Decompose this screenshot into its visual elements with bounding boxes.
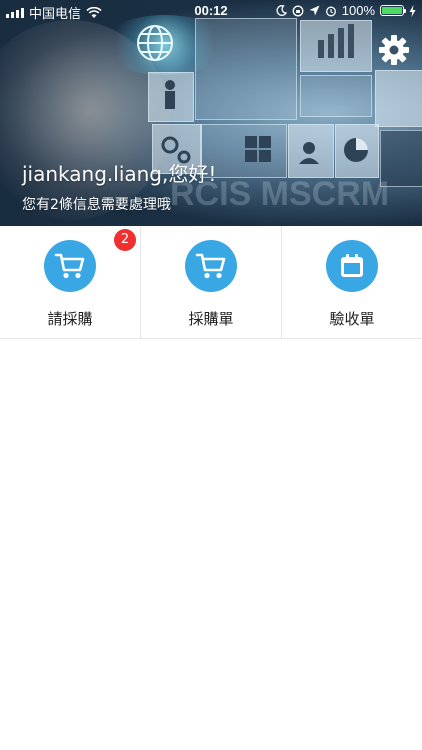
banner-decoration: RCIS MSCRM [137, 24, 389, 213]
menu-item-purchase-request[interactable]: 2 請採購 [0, 226, 141, 338]
purchase-order-icon-circle [185, 240, 237, 292]
status-bar: 中国电信 00:12 100% [0, 0, 422, 22]
location-arrow-icon [309, 5, 320, 16]
menu-item-purchase-order[interactable]: 採購單 [141, 226, 282, 338]
menu-item-acceptance-form[interactable]: 驗收單 [282, 226, 422, 338]
cart-icon [54, 253, 85, 279]
calendar-icon [341, 254, 363, 277]
menu-item-label: 驗收單 [329, 310, 375, 328]
charging-bolt-icon [409, 4, 416, 17]
menu-grid: 2 請採購 採購單 驗收單 [0, 226, 422, 339]
cart-icon [195, 253, 226, 279]
pending-messages-text: 您有2條信息需要處理哦 [22, 197, 171, 213]
notification-badge: 2 [114, 229, 136, 251]
header-banner: RCIS MSCRM [0, 0, 422, 226]
battery-icon [380, 5, 406, 16]
purchase-request-icon-circle [44, 240, 96, 292]
menu-item-label: 採購單 [188, 310, 234, 328]
acceptance-form-icon-circle [326, 240, 378, 292]
alarm-icon [325, 6, 336, 16]
battery-percent-label: 100% [341, 3, 375, 18]
settings-gear-icon[interactable] [378, 34, 410, 66]
moon-icon [276, 5, 287, 16]
greeting-text: jiankang.liang,您好! [22, 162, 217, 186]
menu-item-label: 請採購 [47, 310, 93, 328]
rotation-lock-icon [292, 5, 304, 16]
